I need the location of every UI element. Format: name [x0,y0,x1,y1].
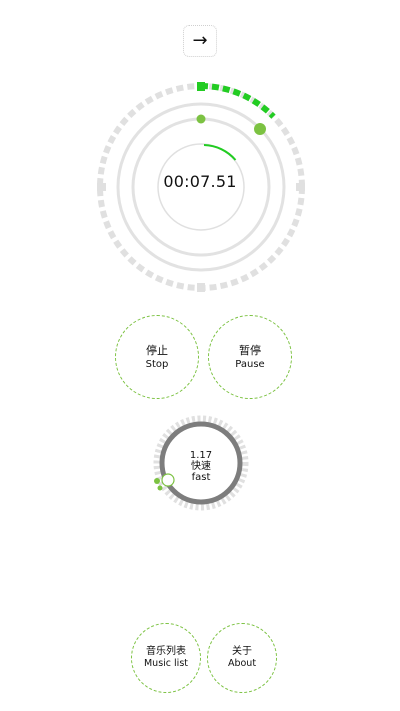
about-label-en: About [227,658,257,669]
outer-left-tick [97,183,106,191]
music-list-button[interactable]: 音乐列表 Music list [131,623,201,693]
pause-label-en: Pause [235,358,265,370]
speed-value: 1.17 [189,450,213,461]
music-list-label-en: Music list [143,658,188,669]
timer-dial [97,82,305,511]
stop-label-cn: 停止 [146,343,168,357]
inner-ring-dot [196,114,206,124]
speed-indicator-dot-2 [157,485,163,491]
speed-indicator-dot-1 [154,478,160,484]
stop-button[interactable]: 停止 Stop [115,315,199,399]
speed-label-cn: 快速 [191,461,211,472]
about-label-cn: 关于 [232,646,252,657]
outer-right-tick [296,183,305,191]
pause-button[interactable]: 暂停 Pause [208,315,292,399]
middle-ring-dot [254,123,266,135]
speed-readout: 1.17 快速 fast [175,450,227,483]
music-list-label-cn: 音乐列表 [146,646,186,657]
outer-top-tick [197,82,205,91]
stop-label-en: Stop [145,358,169,370]
pause-label-cn: 暂停 [239,343,261,357]
speed-knob-handle[interactable] [161,473,175,487]
speed-label-en: fast [191,472,211,483]
about-button[interactable]: 关于 About [207,623,277,693]
outer-bottom-tick [197,283,205,292]
timer-display: 00:07.51 [163,172,237,191]
